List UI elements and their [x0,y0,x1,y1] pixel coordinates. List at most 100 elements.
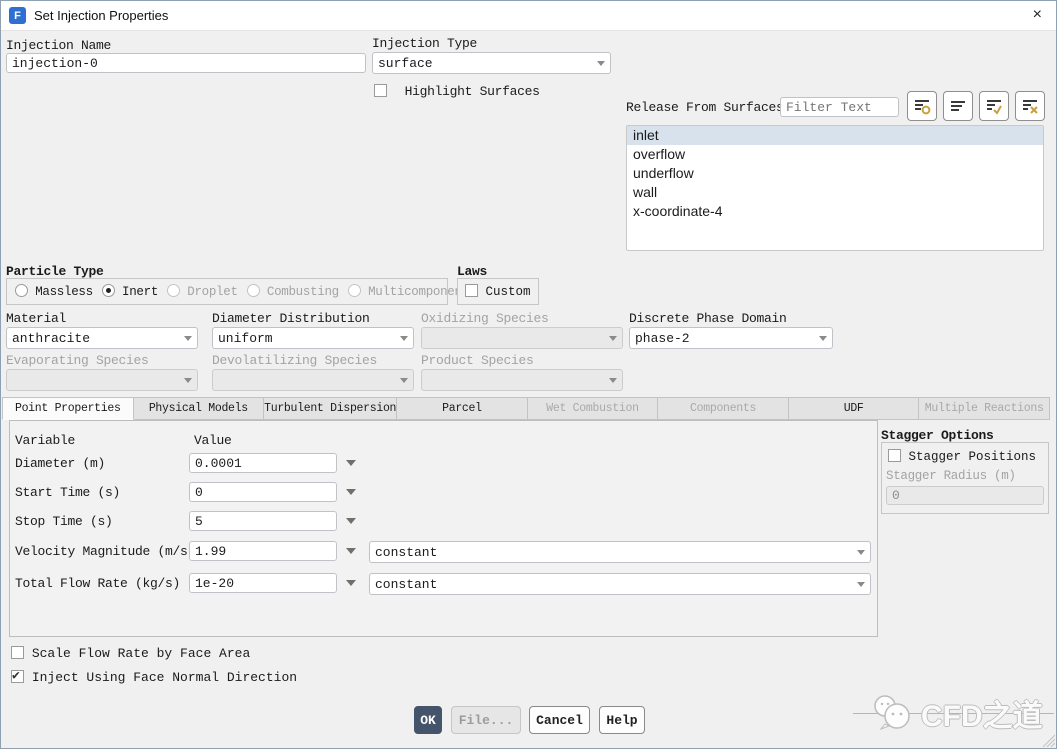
diameter-row-label: Diameter (m) [15,456,105,471]
release-from-surfaces-label: Release From Surfaces [626,100,784,115]
chevron-down-icon [609,378,617,383]
tab-wet-combustion: Wet Combustion [528,397,659,420]
surface-list-item[interactable]: x-coordinate-4 [627,202,1043,221]
select-all-button[interactable] [979,91,1009,121]
particle-type-group: Massless Inert Droplet Combusting Multic… [6,278,448,305]
radio-icon [167,284,180,297]
discrete-phase-domain-select[interactable]: phase-2 [629,327,833,349]
checkbox-box [465,284,478,297]
chevron-down-icon [597,61,605,66]
surface-list: inlet overflow underflow wall x-coordina… [626,125,1044,251]
discrete-phase-domain-label: Discrete Phase Domain [629,311,787,326]
watermark: CFD之道 [871,691,1043,735]
oxidizing-species-select [421,327,623,349]
help-button[interactable]: Help [599,706,645,734]
particle-type-option-inert[interactable]: Inert [102,284,158,299]
velocity-magnitude-input[interactable] [189,541,337,561]
chevron-down-icon [184,336,192,341]
injection-name-input[interactable] [6,53,366,73]
set-injection-properties-dialog: F Set Injection Properties × Injection N… [0,0,1057,749]
injection-type-select[interactable]: surface [372,52,611,74]
deselect-all-button[interactable] [1015,91,1045,121]
window-title: Set Injection Properties [34,8,168,23]
close-icon[interactable]: × [1033,6,1042,24]
total-flow-rate-dropdown-icon[interactable] [346,580,356,586]
stop-time-row-label: Stop Time (s) [15,514,113,529]
particle-type-option-combusting: Combusting [247,284,339,299]
show-all-icon [948,96,968,116]
injection-name-label: Injection Name [6,38,111,53]
point-properties-panel [9,420,878,637]
diameter-input[interactable] [189,453,337,473]
custom-laws-checkbox[interactable]: Custom [465,284,531,299]
filter-list-button[interactable] [907,91,937,121]
inject-face-normal-checkbox[interactable]: Inject Using Face Normal Direction [11,670,297,685]
surface-filter-input[interactable] [780,97,899,117]
evaporating-species-label: Evaporating Species [6,353,149,368]
deselect-all-icon [1020,96,1040,116]
laws-group: Custom [457,278,539,305]
particle-type-option-massless[interactable]: Massless [15,284,93,299]
watermark-text: CFD之道 [921,691,1043,735]
file-button: File... [451,706,521,734]
variable-column-header: Variable [15,433,75,448]
particle-type-label: Particle Type [6,264,104,279]
checkbox-box [11,646,24,659]
devolatilizing-species-select [212,369,414,391]
material-select[interactable]: anthracite [6,327,198,349]
velocity-profile-select[interactable]: constant [369,541,871,563]
surface-list-item[interactable]: underflow [627,164,1043,183]
tab-udf[interactable]: UDF [789,397,920,420]
select-all-icon [984,96,1004,116]
cfd-logo-icon [871,694,917,732]
checkbox-box [11,670,24,683]
material-label: Material [6,311,66,326]
surface-list-item[interactable]: wall [627,183,1043,202]
diameter-dropdown-icon[interactable] [346,460,356,466]
chevron-down-icon [400,378,408,383]
start-time-input[interactable] [189,482,337,502]
radio-icon [348,284,361,297]
total-flow-rate-profile-select[interactable]: constant [369,573,871,595]
tab-point-properties[interactable]: Point Properties [2,397,134,420]
tab-parcel[interactable]: Parcel [397,397,528,420]
stagger-positions-checkbox[interactable]: Stagger Positions [888,449,1036,464]
chevron-down-icon [819,336,827,341]
tab-turbulent-dispersion[interactable]: Turbulent Dispersion [264,397,397,420]
surface-list-item[interactable]: overflow [627,145,1043,164]
total-flow-rate-input[interactable] [189,573,337,593]
radio-icon [102,284,115,297]
highlight-surfaces-label: Highlight Surfaces [405,84,540,99]
tab-bar: Point Properties Physical Models Turbule… [2,397,1050,420]
start-time-dropdown-icon[interactable] [346,489,356,495]
stop-time-dropdown-icon[interactable] [346,518,356,524]
radio-icon [15,284,28,297]
checkbox-box [374,84,387,97]
chevron-down-icon [184,378,192,383]
radio-icon [247,284,260,297]
value-column-header: Value [194,433,232,448]
diameter-distribution-label: Diameter Distribution [212,311,370,326]
chevron-down-icon [857,550,865,555]
start-time-row-label: Start Time (s) [15,485,120,500]
filter-list-icon [912,96,932,116]
tab-components: Components [658,397,789,420]
resize-grip[interactable] [1039,731,1055,747]
show-all-button[interactable] [943,91,973,121]
laws-label: Laws [457,264,487,279]
surface-list-item[interactable]: inlet [627,126,1043,145]
ok-button[interactable]: OK [414,706,442,734]
devolatilizing-species-label: Devolatilizing Species [212,353,377,368]
scale-flow-rate-checkbox[interactable]: Scale Flow Rate by Face Area [11,646,250,661]
diameter-distribution-select[interactable]: uniform [212,327,414,349]
title-bar: F Set Injection Properties × [1,1,1056,31]
stagger-radius-label: Stagger Radius (m) [886,469,1016,483]
chevron-down-icon [609,336,617,341]
total-flow-rate-row-label: Total Flow Rate (kg/s) [15,576,180,591]
fluent-logo-icon: F [9,7,26,24]
highlight-surfaces-checkbox[interactable]: Highlight Surfaces [374,82,540,100]
cancel-button[interactable]: Cancel [529,706,590,734]
stop-time-input[interactable] [189,511,337,531]
tab-physical-models[interactable]: Physical Models [134,397,265,420]
velocity-magnitude-dropdown-icon[interactable] [346,548,356,554]
